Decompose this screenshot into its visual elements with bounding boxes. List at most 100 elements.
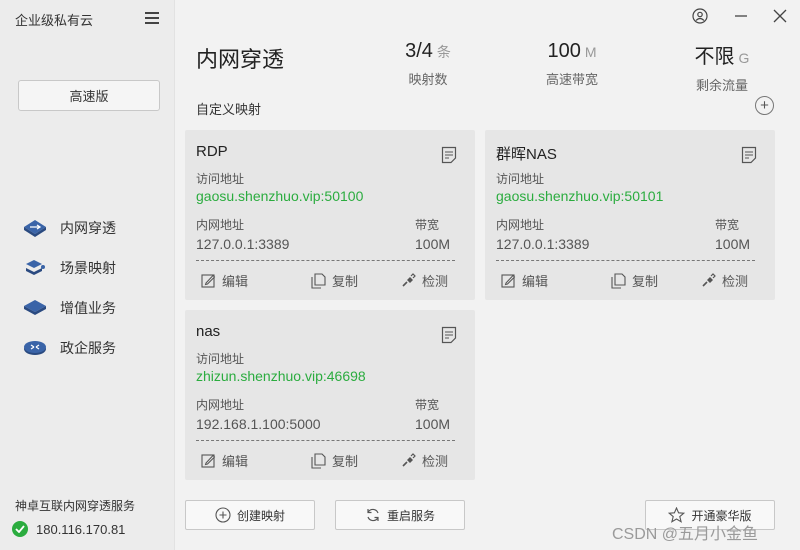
probe-icon: [402, 273, 416, 287]
plus-circle-icon: [215, 507, 231, 523]
copy-icon: [311, 452, 326, 469]
create-mapping-button[interactable]: 创建映射: [185, 500, 315, 530]
mapping-card: nas 访问地址 zhizun.shenzhuo.vip:46698 内网地址 …: [185, 310, 475, 480]
create-mapping-label: 创建映射: [236, 508, 285, 523]
detect-label: 检测: [422, 454, 449, 469]
edition-button[interactable]: 高速版: [18, 80, 160, 111]
ip-address: 180.116.170.81: [36, 521, 126, 537]
enterprise-router-icon: [22, 337, 48, 359]
access-address-link[interactable]: gaosu.shenzhuo.vip:50100: [196, 188, 363, 204]
edit-label: 编辑: [222, 454, 249, 469]
bandwidth-label: 带宽: [715, 218, 740, 232]
access-address-link[interactable]: gaosu.shenzhuo.vip:50101: [496, 188, 663, 204]
copy-button[interactable]: 复制: [311, 271, 358, 290]
sidebar: 企业级私有云 高速版 内网穿透 场景映射 增值业务 政企服务 神卓互联内网穿透服…: [0, 0, 175, 550]
divider: [196, 440, 455, 441]
sidebar-item-scene-mapping[interactable]: 场景映射: [22, 248, 116, 288]
stat-unit: 条: [436, 44, 451, 60]
lan-address: 127.0.0.1:3389: [196, 236, 290, 252]
mapping-card: 群晖NAS 访问地址 gaosu.shenzhuo.vip:50101 内网地址…: [485, 130, 775, 300]
document-icon[interactable]: [741, 146, 757, 164]
detect-button[interactable]: 检测: [401, 271, 448, 290]
detect-label: 检测: [722, 274, 749, 289]
probe-icon: [702, 273, 716, 287]
sidebar-item-label: 内网穿透: [60, 220, 116, 236]
access-address-link[interactable]: zhizun.shenzhuo.vip:46698: [196, 368, 366, 384]
watermark: CSDN @五月小金鱼: [612, 526, 759, 543]
edit-button[interactable]: 编辑: [501, 271, 548, 290]
probe-icon: [402, 453, 416, 467]
add-mapping-icon[interactable]: +: [755, 96, 774, 115]
stat-label: 剩余流量: [695, 78, 748, 93]
stat-value: 不限: [694, 46, 735, 68]
copy-label: 复制: [332, 454, 359, 469]
stat-unit: G: [738, 50, 750, 66]
restart-service-button[interactable]: 重启服务: [335, 500, 465, 530]
menu-icon[interactable]: [145, 12, 159, 24]
lan-label: 内网地址: [496, 218, 545, 232]
sidebar-item-enterprise[interactable]: 政企服务: [22, 328, 116, 368]
document-icon[interactable]: [441, 326, 457, 344]
bandwidth-value: 100M: [415, 236, 451, 252]
lan-address: 192.168.1.100:5000: [196, 416, 321, 432]
lan-label: 内网地址: [196, 398, 245, 412]
service-label: 神卓互联内网穿透服务: [15, 499, 136, 513]
section-title: 自定义映射: [196, 102, 262, 117]
network-penetration-icon: [22, 217, 48, 239]
value-added-icon: [22, 297, 48, 319]
bandwidth-value: 100M: [415, 416, 451, 432]
page-title: 内网穿透: [196, 47, 285, 72]
minimize-icon[interactable]: [731, 6, 751, 26]
lan-label: 内网地址: [196, 218, 245, 232]
sidebar-nav: 内网穿透 场景映射 增值业务 政企服务: [22, 208, 116, 368]
card-name: nas: [196, 323, 221, 340]
card-name: 群晖NAS: [496, 146, 557, 163]
detect-label: 检测: [422, 274, 449, 289]
document-icon[interactable]: [441, 146, 457, 164]
bandwidth-label: 带宽: [415, 218, 440, 232]
sidebar-item-value-added[interactable]: 增值业务: [22, 288, 116, 328]
lan-address: 127.0.0.1:3389: [496, 236, 590, 252]
access-label: 访问地址: [496, 172, 545, 186]
stat-value: 100: [547, 40, 581, 62]
bandwidth-label: 带宽: [415, 398, 440, 412]
edit-label: 编辑: [522, 274, 549, 289]
sidebar-item-label: 场景映射: [60, 260, 116, 276]
edit-icon: [201, 454, 216, 468]
scene-mapping-icon: [22, 257, 48, 279]
detect-button[interactable]: 检测: [701, 271, 748, 290]
edit-button[interactable]: 编辑: [201, 271, 248, 290]
stat-value: 3/4: [405, 40, 433, 62]
stat-mapping-count: 3/4 条 映射数: [388, 40, 468, 88]
close-icon[interactable]: [770, 6, 790, 26]
mapping-card: RDP 访问地址 gaosu.shenzhuo.vip:50100 内网地址 带…: [185, 130, 475, 300]
user-icon[interactable]: [690, 6, 710, 26]
card-name: RDP: [196, 143, 228, 160]
copy-button[interactable]: 复制: [611, 271, 658, 290]
stat-label: 映射数: [408, 72, 448, 87]
edit-icon: [201, 274, 216, 288]
refresh-icon: [367, 508, 379, 522]
sidebar-item-label: 增值业务: [60, 300, 116, 316]
divider: [196, 260, 455, 261]
check-icon: [12, 521, 28, 537]
edit-label: 编辑: [222, 274, 249, 289]
copy-button[interactable]: 复制: [311, 451, 358, 470]
access-label: 访问地址: [196, 352, 245, 366]
access-label: 访问地址: [196, 172, 245, 186]
stat-traffic: 不限 G 剩余流量: [682, 40, 762, 94]
stat-unit: M: [584, 44, 597, 60]
copy-label: 复制: [332, 274, 359, 289]
app-title: 企业级私有云: [15, 13, 94, 28]
stat-label: 高速带宽: [545, 72, 598, 87]
copy-icon: [311, 272, 326, 289]
stat-bandwidth: 100 M 高速带宽: [530, 40, 614, 88]
ip-status: 180.116.170.81: [12, 521, 125, 537]
divider: [496, 260, 755, 261]
copy-label: 复制: [632, 274, 659, 289]
edit-button[interactable]: 编辑: [201, 451, 248, 470]
sidebar-item-network-penetration[interactable]: 内网穿透: [22, 208, 116, 248]
copy-icon: [611, 272, 626, 289]
restart-service-label: 重启服务: [386, 508, 435, 523]
detect-button[interactable]: 检测: [401, 451, 448, 470]
